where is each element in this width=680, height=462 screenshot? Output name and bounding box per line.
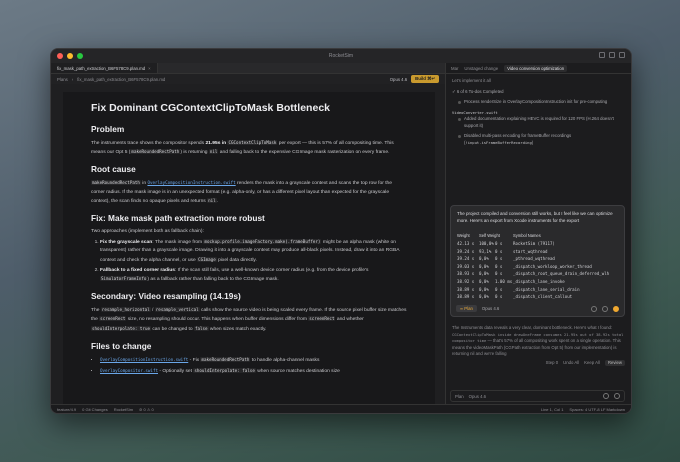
- todo-item: Process renderSize in OverlayComposition…: [452, 99, 625, 106]
- editor-settings[interactable]: Spaces: 4 UTF-8 LF Markdown: [569, 407, 625, 412]
- file-link[interactable]: OverlayCompositionInstruction.swift: [100, 357, 188, 362]
- breadcrumb-file[interactable]: fix_mask_path_extraction_B6F578C9.plan.m…: [77, 77, 165, 82]
- chat-history: Let's implement it all ✓ 6 of 6 To-dos C…: [446, 74, 631, 154]
- assistant-response: The Instruments data reveals a very clea…: [452, 325, 625, 366]
- review-bar: Step 0 Undo All Keep All Review: [452, 359, 625, 367]
- list-item: Fallback to a fixed corner radius: If th…: [100, 267, 407, 284]
- todo-summary[interactable]: ✓ 6 of 6 To-dos Completed: [452, 89, 625, 96]
- status-bar: feature/4.9 0 Git Changes RocketSim ⊘ 0 …: [51, 404, 631, 413]
- prompt-message: The project compiled and conversion stil…: [457, 211, 613, 223]
- git-changes[interactable]: 0 Git Changes: [82, 407, 108, 412]
- table-row: 38.89 s 0,0% 0 s _dispatch_lane_serial_drai…: [457, 286, 580, 292]
- response-body: CGContextClipToMask inside drawOneFrame …: [452, 331, 624, 357]
- undo-all-button[interactable]: Undo All: [563, 360, 579, 367]
- list-item: OverlayCompositionInstruction.swift - Fi…: [100, 356, 407, 365]
- agent-tabs: Mar Unstaged change Video conversion opt…: [446, 63, 631, 74]
- window-controls: [57, 53, 83, 59]
- plan-mode-button[interactable]: Plan: [455, 394, 464, 399]
- send-icon[interactable]: [614, 393, 620, 399]
- problems-count[interactable]: ⊘ 0 ⚠ 0: [139, 407, 154, 412]
- prompt-toolbar: ∞ Plan Opus 4.6: [456, 305, 619, 312]
- fix-list: Fix the grayscale scan: The mask image f…: [100, 238, 407, 284]
- step-label: Step 0: [545, 359, 559, 365]
- model-selector[interactable]: Opus 4.6: [469, 394, 486, 399]
- title-bar: RocketSim: [51, 49, 631, 63]
- tab-plan-file[interactable]: fix_mask_path_extraction_B6F578C9.plan.m…: [51, 63, 158, 73]
- list-item: OverlayCompositor.swift - Optionally set…: [100, 367, 407, 376]
- tab-unstaged[interactable]: Unstaged change: [464, 66, 498, 71]
- minimize-window-button[interactable]: [67, 53, 73, 59]
- check-circle-icon: ✓: [452, 88, 456, 94]
- image-icon[interactable]: [603, 393, 609, 399]
- problem-heading: Problem: [91, 124, 125, 134]
- table-row: 38.92 s 0,0% 1.00 ms _dispatch_lane_invoke: [457, 279, 565, 285]
- table-row: 39.24 s 0,0% 0 s _pthread_wqthread: [457, 256, 555, 262]
- model-selector[interactable]: Opus 4.6: [482, 306, 499, 311]
- files-heading: Files to change: [91, 340, 152, 351]
- app-window: RocketSim fix_mask_path_extraction_B6F57…: [50, 48, 632, 414]
- todo-item: Added documentation explaining HEVC is r…: [452, 116, 625, 129]
- close-tab-icon[interactable]: ×: [148, 66, 151, 71]
- table-header: Weight Self Weight Symbol Names: [457, 233, 541, 239]
- user-message: Let's implement it all: [452, 78, 491, 83]
- chat-input[interactable]: Plan Opus 4.6: [450, 390, 625, 402]
- chevron-right-icon: ›: [71, 76, 74, 82]
- instruments-table: Weight Self Weight Symbol Names 42.13 s1…: [457, 232, 618, 300]
- secondary-paragraph: The resample_horizontal / resample_verti…: [91, 307, 407, 332]
- doc-title: Fix Dominant CGContextClipToMask Bottlen…: [91, 102, 330, 114]
- window-title: RocketSim: [328, 53, 354, 59]
- agent-panel: Mar Unstaged change Video conversion opt…: [445, 63, 631, 404]
- plan-document: Fix Dominant CGContextClipToMask Bottlen…: [63, 92, 435, 404]
- table-row: 42.13 s 100,0% 0 s RocketSim (79117): [457, 241, 555, 247]
- file-link[interactable]: OverlayCompositor.swift: [100, 368, 158, 373]
- list-item: Fix the grayscale scan: The mask image f…: [100, 238, 407, 265]
- table-row: 38.89 s 0,0% 0 s _dispatch_client_callout: [457, 294, 573, 300]
- title-icons: [599, 52, 625, 58]
- model-selector[interactable]: Opus 4.6: [390, 77, 407, 82]
- stop-icon[interactable]: [613, 305, 619, 312]
- breadcrumb-root[interactable]: Plans: [57, 77, 68, 82]
- tab-video-conversion[interactable]: Video conversion optimization: [504, 64, 568, 72]
- review-button[interactable]: Review: [604, 359, 625, 366]
- root-cause-paragraph: makeRoundedRectPath in OverlayCompositio…: [91, 180, 392, 204]
- build-button[interactable]: Build ⌘↵: [411, 75, 439, 83]
- fix-intro: Two approaches (implement both as fallba…: [91, 229, 204, 235]
- table-row: 39.03 s 0,0% 0 s _dispatch_workloop_worker_…: [457, 263, 592, 269]
- file-link[interactable]: OverlayCompositionInstruction.swift: [147, 180, 235, 185]
- problem-paragraph: The instruments trace shows the composit…: [91, 140, 394, 156]
- prompt-card[interactable]: The project compiled and conversion stil…: [450, 205, 625, 317]
- toggle-sidebar-icon[interactable]: [599, 52, 605, 58]
- root-cause-heading: Root cause: [91, 164, 136, 175]
- secondary-heading: Secondary: Video resampling (14.19s): [91, 291, 241, 302]
- branch-status[interactable]: feature/4.9: [57, 407, 76, 412]
- layout-icon[interactable]: [619, 52, 625, 58]
- breadcrumb: Plans › fix_mask_path_extraction_B6F578C…: [51, 74, 445, 84]
- image-icon[interactable]: [602, 305, 608, 312]
- files-list: OverlayCompositionInstruction.swift - Fi…: [100, 356, 407, 376]
- table-row: 39.24 s 93,1% 0 s start_wqthread: [457, 248, 548, 254]
- tab-mar[interactable]: Mar: [451, 66, 458, 71]
- fix-heading: Fix: Make mask path extraction more robu…: [91, 213, 265, 224]
- todo-item: Disabled multi-pass encoding for frameBu…: [452, 133, 625, 146]
- scheme-label[interactable]: RocketSim: [114, 407, 133, 412]
- editor-area: Plans › fix_mask_path_extraction_B6F578C…: [51, 74, 445, 404]
- cursor-position[interactable]: Line 1, Col 1: [541, 407, 563, 412]
- toggle-panel-icon[interactable]: [609, 52, 615, 58]
- refresh-icon[interactable]: [591, 305, 597, 312]
- tab-label: fix_mask_path_extraction_B6F578C9.plan.m…: [57, 65, 146, 71]
- close-window-button[interactable]: [57, 53, 63, 59]
- table-row: 38.93 s 0,0% 0 s _dispatch_root_queue_drain…: [457, 271, 610, 277]
- maximize-window-button[interactable]: [77, 53, 83, 59]
- plan-mode-button[interactable]: ∞ Plan: [456, 305, 477, 312]
- keep-all-button[interactable]: Keep All: [584, 360, 600, 367]
